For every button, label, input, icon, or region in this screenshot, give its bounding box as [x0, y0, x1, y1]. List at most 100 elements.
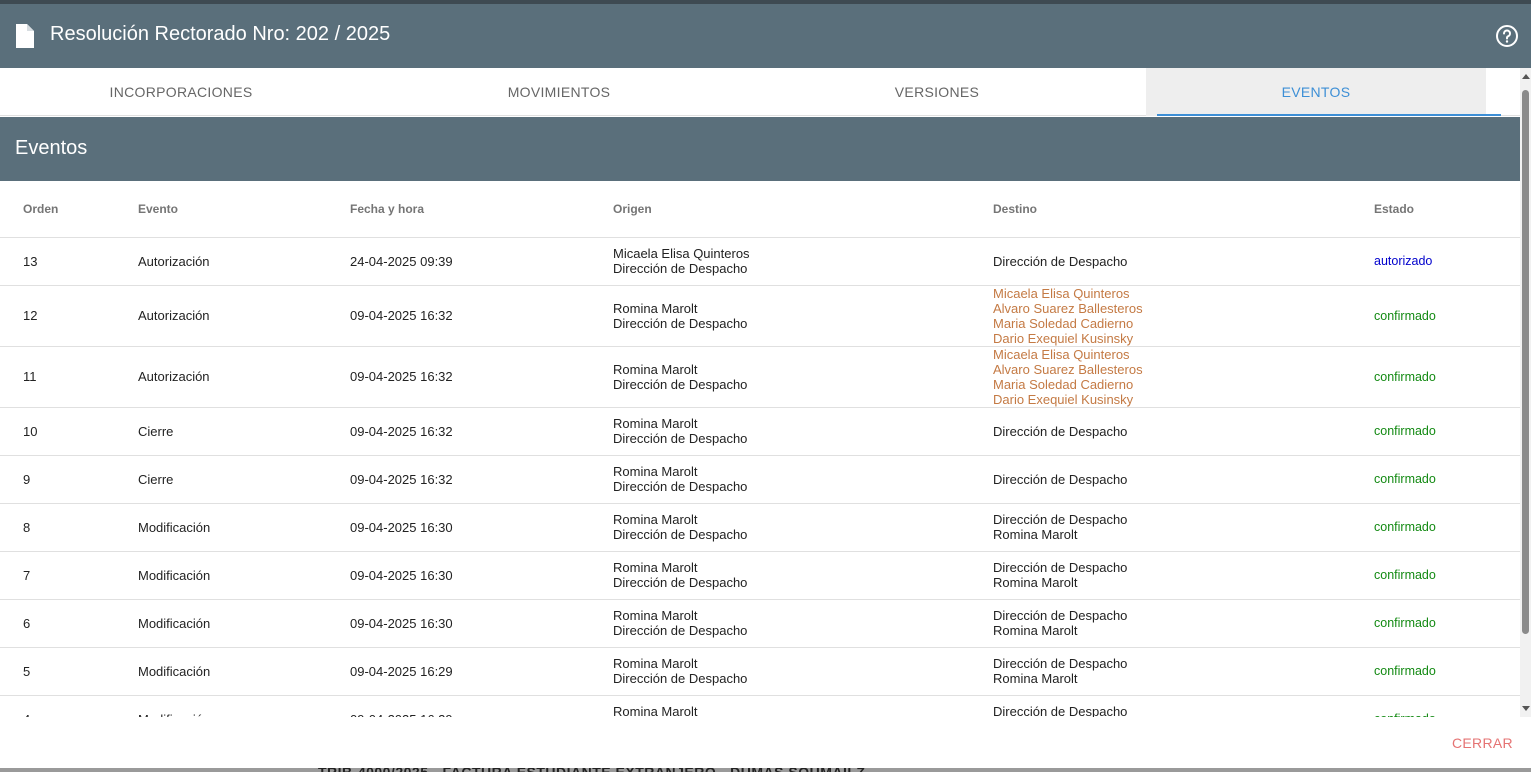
column-header-orden[interactable]: Orden [0, 181, 138, 238]
dialog-scrollbar[interactable] [1520, 68, 1531, 718]
tab-eventos[interactable]: EVENTOS [1146, 68, 1486, 116]
cell-destino-line: Romina Marolt [993, 623, 1078, 638]
cell-destino: Micaela Elisa Quinteros Alvaro Suarez Bal… [993, 285, 1374, 347]
cell-estado: confirmado [1374, 647, 1520, 696]
column-header-fecha[interactable]: Fecha y hora [350, 181, 613, 238]
cell-fecha: 24-04-2025 09:39 [350, 237, 613, 286]
cell-origen-line: Dirección de Despacho [613, 623, 748, 638]
cell-destino-line: Dirección de Despacho [993, 656, 1128, 671]
cell-destino-line: Dirección de Despacho [993, 560, 1128, 575]
dialog-title-bar: Resolución Rectorado Nro: 202 / 2025 [0, 4, 1531, 68]
table-row[interactable]: 12 Autorización 09-04-2025 16:32 Romina Mar… [0, 285, 1520, 347]
cell-orden: 10 [0, 407, 138, 456]
help-circle-icon[interactable] [1495, 24, 1519, 48]
section-header: Eventos [0, 117, 1520, 181]
cell-evento: Modificación [138, 551, 350, 600]
close-button[interactable]: CERRAR [1442, 731, 1523, 755]
table-row[interactable]: 6 Modificación 09-04-2025 16:30 Romina Maro… [0, 599, 1520, 648]
cell-destino-line: Micaela Elisa Quinteros [993, 285, 1130, 301]
table-row[interactable]: 13 Autorización 24-04-2025 09:39 Micaela El… [0, 237, 1520, 286]
status-badge: confirmado [1374, 520, 1436, 534]
table-row[interactable]: 10 Cierre 09-04-2025 16:32 Romina Marolt Dir… [0, 407, 1520, 456]
cell-orden: 12 [0, 285, 138, 347]
cell-destino-line: Maria Soledad Cadierno [993, 376, 1134, 392]
cell-origen-line: Romina Marolt [613, 361, 698, 377]
cell-evento: Cierre [138, 455, 350, 504]
eventos-table-container[interactable]: Orden Evento Fecha y hora Origen Destino… [0, 181, 1520, 717]
table-row[interactable]: 9 Cierre 09-04-2025 16:32 Romina Marolt Dire… [0, 455, 1520, 504]
cell-destino-line: Maria Soledad Cadierno [993, 315, 1134, 331]
cell-evento: Cierre [138, 407, 350, 456]
eventos-table: Orden Evento Fecha y hora Origen Destino… [0, 181, 1520, 717]
cell-evento: Modificación [138, 599, 350, 648]
cell-destino-line: Alvaro Suarez Ballesteros [993, 300, 1143, 316]
cell-origen-line: Dirección de Despacho [613, 575, 748, 590]
cell-origen: Romina MaroltDirección de Despacho [613, 455, 993, 504]
cell-destino-line: Dirección de Despacho [993, 512, 1128, 527]
cell-fecha: 09-04-2025 16:32 [350, 455, 613, 504]
scrollbar-thumb[interactable] [1522, 90, 1529, 634]
cell-estado: confirmado [1374, 503, 1520, 552]
tab-incorporaciones[interactable]: INCORPORACIONES [0, 68, 362, 116]
cell-orden: 5 [0, 647, 138, 696]
cell-fecha: 09-04-2025 16:30 [350, 599, 613, 648]
scroll-down-arrow-icon[interactable] [1522, 706, 1530, 711]
cell-evento: Modificación [138, 503, 350, 552]
cell-origen-line: Dirección de Despacho [613, 315, 748, 331]
cell-estado: autorizado [1374, 237, 1520, 286]
cell-destino: Dirección de Despacho [993, 407, 1374, 456]
cell-origen-line: Dirección de Despacho [613, 527, 748, 542]
cell-fecha: 09-04-2025 16:32 [350, 346, 613, 408]
cell-destino-line: Dario Exequiel Kusinsky [993, 391, 1134, 407]
column-header-destino[interactable]: Destino [993, 181, 1374, 238]
tab-movimientos[interactable]: MOVIMIENTOS [378, 68, 740, 116]
cell-fecha: 09-04-2025 16:30 [350, 503, 613, 552]
cell-estado: confirmado [1374, 407, 1520, 456]
document-icon [16, 24, 34, 48]
cell-orden: 4 [0, 695, 138, 717]
cell-destino: Micaela Elisa Quinteros Alvaro Suarez Bal… [993, 346, 1374, 408]
cell-destino-line: Alvaro Suarez Ballesteros [993, 361, 1143, 377]
cell-origen-line: Micaela Elisa Quinteros [613, 246, 750, 261]
cell-origen-line: Romina Marolt [613, 656, 698, 671]
cell-origen-line: Dirección de Despacho [613, 431, 748, 446]
cell-destino-line: Romina Marolt [993, 527, 1078, 542]
cell-origen: Micaela Elisa Quinteros Dirección de Desp… [613, 237, 993, 286]
cell-fecha: 09-04-2025 16:29 [350, 695, 613, 717]
cell-destino-line: Micaela Elisa Quinteros [993, 346, 1130, 362]
cell-origen: Romina MaroltDirección de Despacho [613, 407, 993, 456]
status-badge: autorizado [1374, 254, 1433, 268]
cell-orden: 6 [0, 599, 138, 648]
cell-destino-line: Dario Exequiel Kusinsky [993, 330, 1134, 346]
table-header-row: Orden Evento Fecha y hora Origen Destino… [0, 181, 1520, 238]
scroll-up-arrow-icon[interactable] [1522, 74, 1530, 79]
column-header-evento[interactable]: Evento [138, 181, 350, 238]
cell-estado: confirmado [1374, 455, 1520, 504]
cell-estado: confirmado [1374, 551, 1520, 600]
cell-destino: Dirección de DespachoRomina Marolt [993, 503, 1374, 552]
column-header-origen[interactable]: Origen [613, 181, 993, 238]
cell-origen-line: Dirección de Despacho [613, 376, 748, 392]
status-badge: confirmado [1374, 568, 1436, 582]
table-row[interactable]: 5 Modificación 09-04-2025 16:29 Romina Maro… [0, 647, 1520, 696]
cell-orden: 8 [0, 503, 138, 552]
status-badge: confirmado [1374, 664, 1436, 678]
tab-versiones[interactable]: VERSIONES [756, 68, 1118, 116]
cell-origen: Romina MaroltDirección de Despacho [613, 695, 993, 717]
table-row[interactable]: 11 Autorización 09-04-2025 16:32 Romina Mar… [0, 346, 1520, 408]
cell-destino-line: Romina Marolt [993, 671, 1078, 686]
cell-evento: Autorización [138, 237, 350, 286]
cell-destino-line: Dirección de Despacho [993, 608, 1128, 623]
table-row[interactable]: 4Modificación09-04-2025 16:29Romina Maro… [0, 695, 1520, 717]
cell-destino: Dirección de Despacho [993, 237, 1374, 286]
cell-fecha: 09-04-2025 16:30 [350, 551, 613, 600]
cell-destino-line: Romina Marolt [993, 575, 1078, 590]
cell-destino-line: Dirección de Despacho [993, 704, 1128, 717]
column-header-estado[interactable]: Estado [1374, 181, 1520, 238]
status-badge: confirmado [1374, 424, 1436, 438]
status-badge: confirmado [1374, 616, 1436, 630]
cell-origen: Romina MaroltDirección de Despacho [613, 503, 993, 552]
cell-origen: Romina MaroltDirección de Despacho [613, 551, 993, 600]
table-row[interactable]: 7 Modificación 09-04-2025 16:30 Romina Maro… [0, 551, 1520, 600]
table-row[interactable]: 8 Modificación 09-04-2025 16:30 Romina Maro… [0, 503, 1520, 552]
